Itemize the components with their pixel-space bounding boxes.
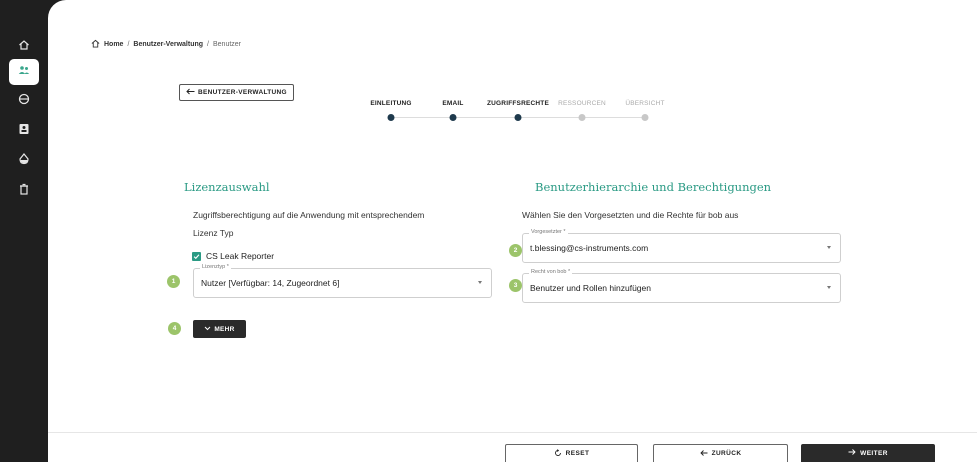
step-badge-2: 2 (509, 244, 522, 257)
cs-leak-reporter-label: CS Leak Reporter (206, 251, 275, 261)
step-label-einleitung[interactable]: EINLEITUNG (370, 100, 411, 107)
breadcrumb-section[interactable]: Benutzer-Verwaltung (133, 41, 203, 48)
reset-button[interactable]: RESET (505, 444, 638, 462)
step-label-email[interactable]: EMAIL (442, 100, 463, 107)
step-dot-done[interactable] (449, 114, 457, 121)
chevron-down-icon (478, 281, 482, 284)
sidebar (0, 0, 48, 462)
step-dot-current[interactable] (514, 114, 522, 121)
supervisor-select[interactable]: Vorgesetzter * t.blessing@cs-instruments… (522, 229, 841, 263)
sidebar-item-users[interactable] (9, 59, 39, 85)
chevron-down-icon (204, 326, 211, 333)
step-dot-done[interactable] (387, 114, 395, 121)
step-connector (518, 117, 582, 118)
back-button-label: ZURÜCK (711, 450, 742, 457)
step-dot-inactive (641, 114, 649, 121)
more-button-label: MEHR (214, 325, 235, 333)
breadcrumb-separator: / (127, 41, 130, 48)
step-dot-inactive (578, 114, 586, 121)
step-connector (582, 117, 645, 118)
hierarchy-description: Wählen Sie den Vorgesetzten und die Rech… (522, 210, 739, 220)
main-content (48, 0, 977, 440)
step-connector (391, 117, 453, 118)
step-badge-3: 3 (509, 279, 522, 292)
supervisor-label: Vorgesetzter * (529, 229, 568, 235)
sidebar-item-trash[interactable] (9, 178, 39, 204)
user-rights-value: Benutzer und Rollen hinzufügen (530, 283, 651, 293)
chevron-down-icon (827, 286, 831, 289)
license-type-value: Nutzer [Verfügbar: 14, Zugeordnet 6] (201, 278, 340, 288)
user-rights-select[interactable]: Recht von bob * Benutzer und Rollen hinz… (522, 269, 841, 303)
license-type-label: Lizenztyp * (200, 264, 231, 270)
license-description-line2: Lizenz Typ (193, 228, 234, 238)
step-connector (453, 117, 518, 118)
refresh-icon (554, 448, 562, 459)
cs-leak-reporter-checkbox-row[interactable]: CS Leak Reporter (192, 251, 274, 261)
trash-icon (18, 182, 30, 200)
breadcrumb: Home / Benutzer-Verwaltung / Benutzer (91, 39, 241, 50)
next-button-label: WEITER (860, 449, 888, 457)
next-button[interactable]: WEITER (801, 444, 935, 462)
home-icon (18, 38, 30, 56)
step-badge-1: 1 (167, 275, 180, 288)
progress-stepper: EINLEITUNG EMAIL ZUGRIFFSRECHTE RESSOURC… (0, 100, 977, 130)
sidebar-item-home[interactable] (9, 34, 39, 60)
more-button[interactable]: MEHR (193, 320, 246, 338)
license-section-title: Lizenzauswahl (184, 180, 270, 194)
back-button-label: BENUTZER-VERWALTUNG (198, 89, 287, 96)
step-label-zugriffsrechte[interactable]: ZUGRIFFSRECHTE (487, 100, 549, 107)
chevron-down-icon (827, 246, 831, 249)
step-badge-4: 4 (168, 322, 181, 335)
license-description-line1: Zugriffsberechtigung auf die Anwendung m… (193, 210, 425, 220)
breadcrumb-current: Benutzer (212, 41, 242, 48)
cs-leak-reporter-checkbox[interactable] (192, 251, 201, 261)
back-button[interactable]: ZURÜCK (653, 444, 788, 462)
app-window: Home / Benutzer-Verwaltung / Benutzer BE… (0, 0, 977, 462)
user-rights-label: Recht von bob * (529, 269, 573, 275)
users-icon (18, 63, 30, 81)
arrow-right-icon (848, 448, 856, 458)
home-icon[interactable] (91, 39, 100, 50)
reset-button-label: RESET (565, 450, 590, 457)
step-label-uebersicht: ÜBERSICHT (625, 100, 665, 107)
license-type-select[interactable]: Lizenztyp * Nutzer [Verfügbar: 14, Zugeo… (193, 264, 492, 298)
breadcrumb-separator: / (207, 41, 209, 48)
sidebar-item-drop[interactable] (9, 148, 39, 174)
drop-icon (18, 152, 30, 170)
breadcrumb-home[interactable]: Home (104, 41, 123, 48)
hierarchy-section-title: Benutzerhierarchie und Berechtigungen (535, 180, 772, 194)
arrow-left-icon (699, 449, 708, 459)
back-to-user-management-button[interactable]: BENUTZER-VERWALTUNG (179, 84, 294, 101)
arrow-left-icon (186, 88, 195, 97)
step-label-ressourcen: RESSOURCEN (558, 100, 606, 107)
supervisor-value: t.blessing@cs-instruments.com (530, 243, 649, 253)
